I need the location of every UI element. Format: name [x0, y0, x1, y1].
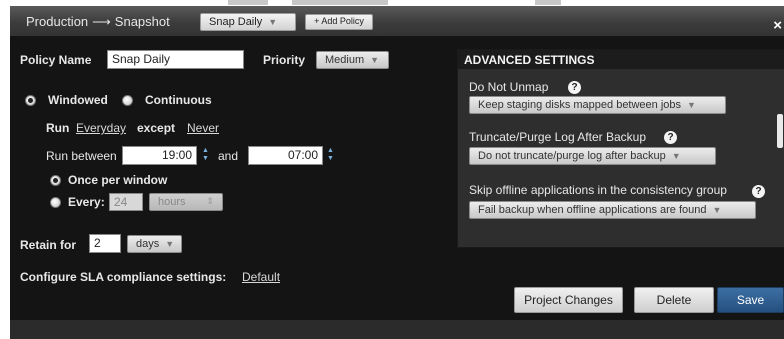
truncate-log-select[interactable]: Do not truncate/purge log after backup ▼	[469, 147, 716, 165]
skip-offline-select[interactable]: Fail backup when offline applications ar…	[469, 201, 756, 219]
chevron-down-icon: ▼	[671, 151, 681, 161]
retain-for-label: Retain for	[20, 238, 77, 252]
delete-button[interactable]: Delete	[634, 287, 714, 313]
sla-default-link[interactable]: Default	[242, 270, 280, 284]
truncate-log-label: Truncate/Purge Log After Backup	[469, 130, 646, 144]
every-label: Every:	[68, 195, 105, 209]
priority-value: Medium	[325, 54, 365, 66]
truncate-log-value: Do not truncate/purge log after backup	[478, 150, 666, 162]
policy-name-label: Policy Name	[20, 53, 92, 67]
breadcrumb: Production ⟶ Snapshot	[26, 14, 170, 30]
windowed-label: Windowed	[48, 93, 108, 107]
breadcrumb-production: Production	[26, 14, 89, 29]
add-policy-button[interactable]: + Add Policy	[305, 14, 373, 30]
start-time-spinner[interactable]: ▲ ▼	[200, 147, 211, 165]
policy-select-value: Snap Daily	[209, 16, 263, 28]
once-per-window-label: Once per window	[68, 173, 168, 187]
do-not-unmap-label: Do Not Unmap	[469, 80, 549, 94]
background-fragment	[292, 0, 388, 5]
priority-select[interactable]: Medium ▼	[316, 51, 389, 69]
advanced-settings-panel: ADVANCED SETTINGS Do Not Unmap ? Keep st…	[457, 49, 784, 248]
advanced-settings-title: ADVANCED SETTINGS	[458, 50, 784, 69]
retain-value-input[interactable]: 2	[89, 234, 121, 253]
scrollbar-thumb[interactable]	[777, 114, 783, 148]
policy-editor-panel: Policy Name Snap Daily Priority Medium ▼ …	[10, 36, 784, 320]
and-label: and	[218, 149, 239, 163]
every-radio[interactable]	[50, 197, 61, 208]
do-not-unmap-value: Keep staging disks mapped between jobs	[478, 99, 682, 111]
background-fragment	[228, 0, 268, 5]
help-icon[interactable]: ?	[752, 185, 765, 198]
chevron-down-icon: ▼	[370, 55, 380, 65]
policy-name-input[interactable]: Snap Daily	[107, 50, 244, 69]
policy-select[interactable]: Snap Daily ▼	[200, 13, 296, 31]
except-never-link[interactable]: Never	[187, 121, 219, 135]
chevron-down-icon: ▼	[712, 205, 722, 215]
stepper-icon: ⇕	[206, 196, 214, 206]
help-icon[interactable]: ?	[568, 81, 581, 94]
priority-label: Priority	[263, 53, 306, 67]
run-label: Run	[46, 121, 70, 135]
bottom-bar	[10, 320, 784, 339]
once-per-window-radio[interactable]	[50, 175, 61, 186]
dialog-title-bar: Production ⟶ Snapshot Snap Daily ▼ + Add Po…	[10, 6, 784, 36]
skip-offline-label: Skip offline applications in the consist…	[469, 183, 727, 197]
save-button[interactable]: Save	[717, 287, 784, 313]
start-time-input[interactable]: 19:00	[122, 146, 197, 165]
help-icon[interactable]: ?	[664, 131, 677, 144]
continuous-radio[interactable]	[122, 95, 133, 106]
arrow-right-icon: ⟶	[92, 14, 111, 29]
project-changes-button[interactable]: Project Changes	[514, 287, 623, 313]
every-value-input[interactable]: 24	[109, 193, 143, 211]
breadcrumb-snapshot: Snapshot	[114, 14, 170, 29]
chevron-down-icon: ▼	[687, 100, 696, 110]
do-not-unmap-select[interactable]: Keep staging disks mapped between jobs ▼	[469, 96, 726, 114]
run-between-label: Run between	[46, 149, 117, 163]
windowed-radio[interactable]	[25, 95, 36, 106]
except-label: except	[137, 121, 176, 135]
close-icon[interactable]: ×	[773, 17, 782, 34]
background-fragment	[535, 0, 561, 5]
retain-unit-select[interactable]: days ▼	[127, 235, 182, 253]
every-unit-value: hours	[158, 196, 186, 208]
every-unit-select[interactable]: hours ⇕	[149, 193, 223, 211]
run-everyday-link[interactable]: Everyday	[76, 121, 126, 135]
end-time-spinner[interactable]: ▲ ▼	[325, 147, 336, 165]
skip-offline-value: Fail backup when offline applications ar…	[478, 204, 707, 216]
end-time-input[interactable]: 07:00	[248, 146, 323, 165]
retain-unit-value: days	[136, 238, 160, 250]
sla-label: Configure SLA compliance settings:	[20, 270, 227, 284]
continuous-label: Continuous	[145, 93, 212, 107]
chevron-down-icon: ▼	[268, 17, 278, 27]
chevron-down-icon: ▼	[165, 239, 175, 249]
